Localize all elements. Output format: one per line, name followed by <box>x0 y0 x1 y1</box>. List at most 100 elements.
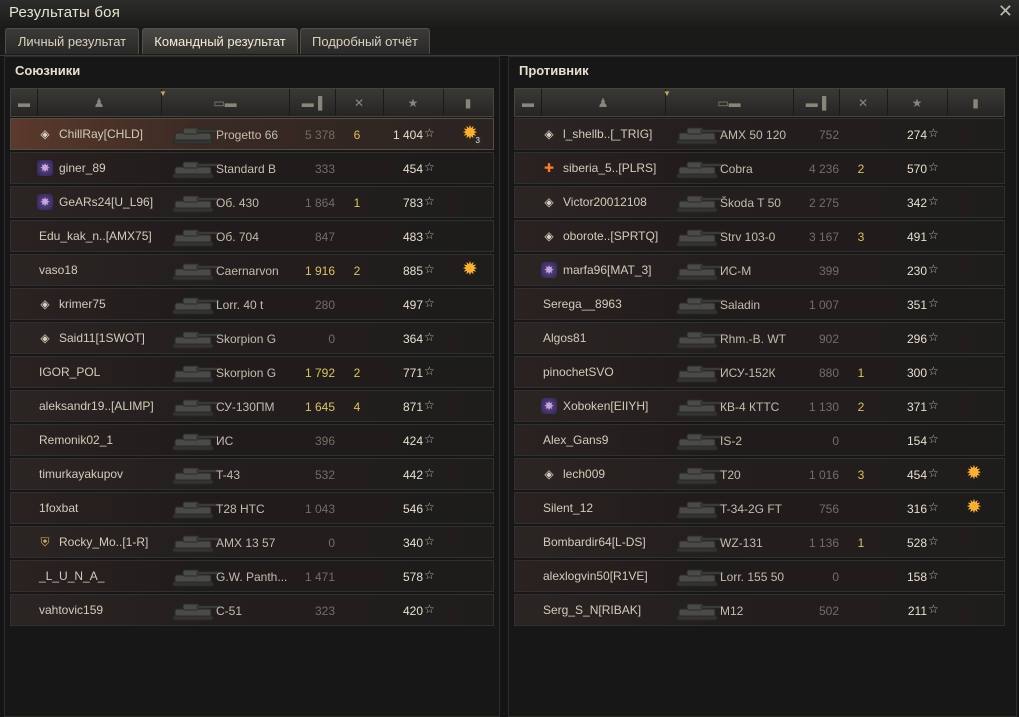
kills-value: 2 <box>353 366 361 380</box>
tab-personal-result[interactable]: Личный результат <box>5 28 139 54</box>
player-name[interactable]: aleksandr19..[ALIMP] <box>39 399 154 413</box>
medal-badge-icon: ✸ <box>541 398 557 414</box>
xp-value: 211 <box>907 604 927 618</box>
damage-value: 1 043 <box>304 502 335 516</box>
tank-name: T20 <box>720 468 741 482</box>
player-row[interactable]: ◈ Said11[1SWOT] Skorpion G 0 364 ☆ <box>10 322 494 354</box>
platoon-icon[interactable]: ▬ <box>11 89 38 116</box>
player-name[interactable]: _L_U_N_A_ <box>39 569 104 583</box>
player-row[interactable]: 1foxbat T28 HTC 1 043 546 ☆ <box>10 492 494 524</box>
player-name[interactable]: Alex_Gans9 <box>543 433 608 447</box>
tank-image-icon <box>169 293 221 317</box>
tab-detailed-report[interactable]: Подробный отчёт <box>300 28 430 54</box>
tank-image-icon <box>169 599 221 623</box>
achievement-medal-icon[interactable]: ✹ 3 <box>458 122 482 146</box>
achievement-medal-icon[interactable]: ✹ <box>962 496 986 520</box>
player-row[interactable]: Edu_kak_n..[AMX75] Об. 704 847 483 ☆ <box>10 220 494 252</box>
player-name[interactable]: pinochetSVO <box>543 365 614 379</box>
player-row[interactable]: ◈ ChillRay[CHLD] Progetto 66 5 378 6 1 404 ☆ ✹ 3 <box>10 118 494 150</box>
tank-image-icon <box>673 123 725 147</box>
player-name[interactable]: Bombardir64[L-DS] <box>543 535 646 549</box>
player-row[interactable]: ◈ oborote..[SPRTQ] Strv 103-0 3 167 3 491 ☆ <box>514 220 1005 252</box>
player-name[interactable]: Silent_12 <box>543 501 593 515</box>
tank-name: Caernarvon <box>216 264 279 278</box>
player-name[interactable]: vahtovic159 <box>39 603 103 617</box>
player-row[interactable]: Bombardir64[L-DS] WZ-131 1 136 1 528 ☆ <box>514 526 1005 558</box>
damage-icon[interactable]: ▬▐ <box>793 89 840 116</box>
player-row[interactable]: _L_U_N_A_ G.W. Panth... 1 471 578 ☆ <box>10 560 494 592</box>
player-name[interactable]: Serega__8963 <box>543 297 622 311</box>
medal-icon[interactable]: ▮ <box>947 89 1004 116</box>
tank-name: C-51 <box>216 604 243 618</box>
player-row[interactable]: ✸ Xoboken[EIIYH] КВ-4 КТТС 1 130 2 371 ☆ <box>514 390 1005 422</box>
kills-icon[interactable]: ✕ <box>335 89 384 116</box>
xp-value: 442 <box>402 468 423 482</box>
player-row[interactable]: ✸ giner_89 Standard B 333 454 ☆ <box>10 152 494 184</box>
damage-icon[interactable]: ▬▐ <box>289 89 336 116</box>
player-row[interactable]: timurkayakupov T-43 532 442 ☆ <box>10 458 494 490</box>
player-row[interactable]: ⛨ Rocky_Mo..[1-R] AMX 13 57 0 340 ☆ <box>10 526 494 558</box>
player-name[interactable]: ChillRay[CHLD] <box>59 127 143 141</box>
player-row[interactable]: Serg_S_N[RIBAK] M12 502 211 ☆ <box>514 594 1005 626</box>
player-icon[interactable]: ♟ <box>37 89 162 116</box>
player-name[interactable]: Serg_S_N[RIBAK] <box>543 603 641 617</box>
player-name[interactable]: Algos81 <box>543 331 586 345</box>
player-row[interactable]: vahtovic159 C-51 323 420 ☆ <box>10 594 494 626</box>
player-row[interactable]: ◈ Victor20012108 Škoda T 50 2 275 342 ☆ <box>514 186 1005 218</box>
kills-icon[interactable]: ✕ <box>839 89 888 116</box>
player-name[interactable]: 1foxbat <box>39 501 78 515</box>
player-name[interactable]: Edu_kak_n..[AMX75] <box>39 229 152 243</box>
player-name[interactable]: siberia_5..[PLRS] <box>563 161 656 175</box>
player-row[interactable]: Algos81 Rhm.-B. WT 902 296 ☆ <box>514 322 1005 354</box>
player-row[interactable]: vaso18 Caernarvon 1 916 2 885 ☆ ✹ <box>10 254 494 286</box>
player-icon[interactable]: ♟ <box>541 89 666 116</box>
xp-star-icon[interactable]: ★ <box>383 89 444 116</box>
xp-value: 578 <box>402 570 423 584</box>
player-name[interactable]: Remonik02_1 <box>39 433 113 447</box>
player-row[interactable]: Remonik02_1 ИС 396 424 ☆ <box>10 424 494 456</box>
player-name[interactable]: Said11[1SWOT] <box>59 331 145 345</box>
player-row[interactable]: ✚ siberia_5..[PLRS] Cobra 4 236 2 570 ☆ <box>514 152 1005 184</box>
xp-star-icon[interactable]: ★ <box>887 89 948 116</box>
player-name[interactable]: l_shellb..[_TRIG] <box>563 127 652 141</box>
player-name[interactable]: GeARs24[U_L96] <box>59 195 153 209</box>
tab-team-result[interactable]: Командный результат <box>142 28 298 54</box>
player-row[interactable]: Serega__8963 Saladin 1 007 351 ☆ <box>514 288 1005 320</box>
player-row[interactable]: ✸ marfa96[MAT_3] ИС-М 399 230 ☆ <box>514 254 1005 286</box>
platoon-icon[interactable]: ▬ <box>515 89 542 116</box>
star-icon: ☆ <box>424 160 435 174</box>
player-name[interactable]: timurkayakupov <box>39 467 123 481</box>
player-row[interactable]: aleksandr19..[ALIMP] СУ-130ПМ 1 645 4 871 ☆ <box>10 390 494 422</box>
player-row[interactable]: ◈ l_shellb..[_TRIG] AMX 50 120 752 274 ☆ <box>514 118 1005 150</box>
player-row[interactable]: ◈ krimer75 Lorr. 40 t 280 497 ☆ <box>10 288 494 320</box>
player-name[interactable]: IGOR_POL <box>39 365 100 379</box>
player-name[interactable]: krimer75 <box>59 297 106 311</box>
player-name[interactable]: Victor20012108 <box>563 195 647 209</box>
player-name[interactable]: oborote..[SPRTQ] <box>563 229 658 243</box>
achievement-medal-icon[interactable]: ✹ <box>458 258 482 282</box>
player-row[interactable]: ✸ GeARs24[U_L96] Об. 430 1 864 1 783 ☆ <box>10 186 494 218</box>
tank-name: T-34-2G FT <box>720 502 783 516</box>
player-name[interactable]: alexlogvin50[R1VE] <box>543 569 648 583</box>
player-name[interactable]: Rocky_Mo..[1-R] <box>59 535 148 549</box>
tank-image-icon <box>169 531 221 555</box>
medal-icon[interactable]: ▮ <box>443 89 493 116</box>
close-icon[interactable]: ✕ <box>998 1 1013 22</box>
player-name[interactable]: marfa96[MAT_3] <box>563 263 651 277</box>
player-name[interactable]: giner_89 <box>59 161 106 175</box>
player-name[interactable]: lech009 <box>563 467 605 481</box>
player-row[interactable]: Alex_Gans9 IS-2 0 154 ☆ <box>514 424 1005 456</box>
player-row[interactable]: Silent_12 T-34-2G FT 756 316 ☆ ✹ <box>514 492 1005 524</box>
player-row[interactable]: IGOR_POL Skorpion G 1 792 2 771 ☆ <box>10 356 494 388</box>
player-name[interactable]: Xoboken[EIIYH] <box>563 399 648 413</box>
player-row[interactable]: alexlogvin50[R1VE] Lorr. 155 50 0 158 ☆ <box>514 560 1005 592</box>
player-name[interactable]: vaso18 <box>39 263 78 277</box>
tank-icon[interactable]: ▭▬ <box>161 89 290 116</box>
damage-value: 323 <box>314 604 335 618</box>
tank-icon[interactable]: ▭▬ <box>665 89 794 116</box>
star-icon: ☆ <box>928 364 939 378</box>
tank-name: СУ-130ПМ <box>216 400 275 414</box>
achievement-medal-icon[interactable]: ✹ <box>962 462 986 486</box>
player-row[interactable]: pinochetSVO ИСУ-152К 880 1 300 ☆ <box>514 356 1005 388</box>
player-row[interactable]: ◈ lech009 T20 1 016 3 454 ☆ ✹ <box>514 458 1005 490</box>
